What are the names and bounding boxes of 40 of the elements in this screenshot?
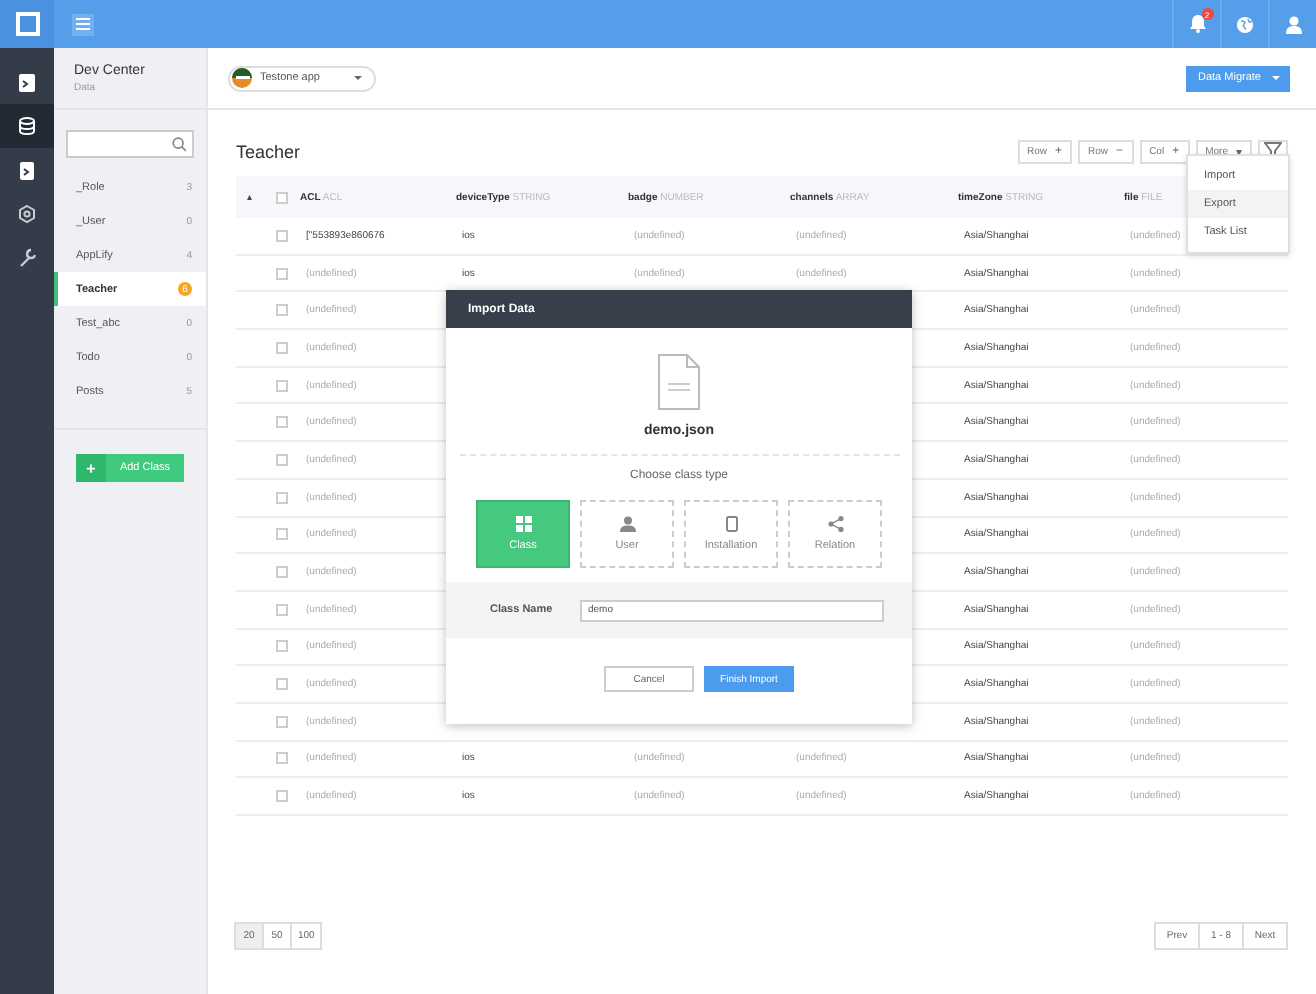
checkbox[interactable] (276, 229, 288, 242)
caret-icon (1271, 76, 1279, 80)
globe-icon[interactable] (1236, 15, 1254, 33)
database-icon (18, 115, 36, 137)
checkbox[interactable] (276, 566, 288, 579)
menu-button[interactable] (72, 13, 94, 35)
checkbox[interactable] (276, 304, 288, 317)
checkbox[interactable] (276, 640, 288, 653)
logo-icon[interactable] (0, 0, 54, 48)
checkbox[interactable] (276, 416, 288, 429)
table-title: Teacher (236, 141, 301, 161)
document-icon (18, 159, 36, 181)
checkbox[interactable] (276, 528, 288, 541)
caret-icon (354, 76, 362, 80)
filter-icon (1264, 142, 1282, 160)
user-icon[interactable] (1285, 15, 1301, 33)
checkbox[interactable] (276, 191, 288, 203)
search-field[interactable] (66, 130, 194, 158)
share-icon (827, 516, 843, 532)
grid-icon (515, 516, 531, 532)
hexagon-icon (18, 203, 36, 225)
checkbox[interactable] (276, 715, 288, 728)
bell-icon[interactable] (1189, 14, 1205, 34)
checkbox[interactable] (276, 453, 288, 466)
checkbox[interactable] (276, 678, 288, 691)
rail-tab[interactable] (0, 104, 54, 148)
checkbox[interactable] (276, 752, 288, 765)
terminal-icon (18, 71, 36, 93)
phone-icon (723, 516, 739, 532)
checkbox[interactable] (276, 603, 288, 616)
checkbox[interactable] (276, 491, 288, 504)
checkbox[interactable] (276, 790, 288, 803)
app-avatar-icon (232, 68, 252, 88)
wrench-icon (18, 247, 36, 269)
checkbox[interactable] (276, 379, 288, 392)
search-icon[interactable] (172, 136, 186, 152)
person-icon (619, 516, 635, 532)
file-icon (658, 354, 700, 410)
checkbox[interactable] (276, 341, 288, 354)
checkbox[interactable] (276, 267, 288, 280)
